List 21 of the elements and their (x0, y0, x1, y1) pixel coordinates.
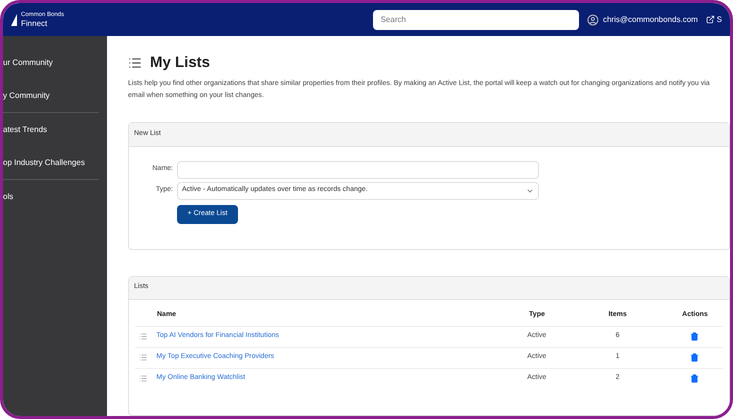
external-link-icon (706, 15, 715, 24)
list-icon (139, 374, 148, 383)
sidebar-item[interactable]: ols (3, 180, 107, 213)
name-input[interactable] (177, 160, 539, 178)
brand-name: Finnect (21, 20, 48, 28)
sidebar-item[interactable]: op Industry Challenges (3, 146, 99, 179)
sidebar-item[interactable]: atest Trends (3, 113, 107, 146)
delete-icon[interactable] (690, 374, 700, 383)
user-email[interactable]: chris@commonbonds.com (602, 14, 698, 26)
search-field[interactable]: Search (372, 10, 580, 30)
page-title: My Lists (150, 53, 210, 73)
list-icon (128, 56, 142, 70)
header-link[interactable]: S (716, 14, 722, 26)
sidebar-item[interactable]: ur Community (3, 46, 107, 79)
delete-icon[interactable] (690, 332, 700, 341)
sidebar-item[interactable]: y Community (3, 79, 99, 112)
logo-icon (11, 14, 17, 26)
list-icon (139, 353, 148, 362)
list-icon (139, 332, 148, 341)
avatar-icon (587, 14, 599, 26)
delete-icon[interactable] (690, 353, 700, 362)
